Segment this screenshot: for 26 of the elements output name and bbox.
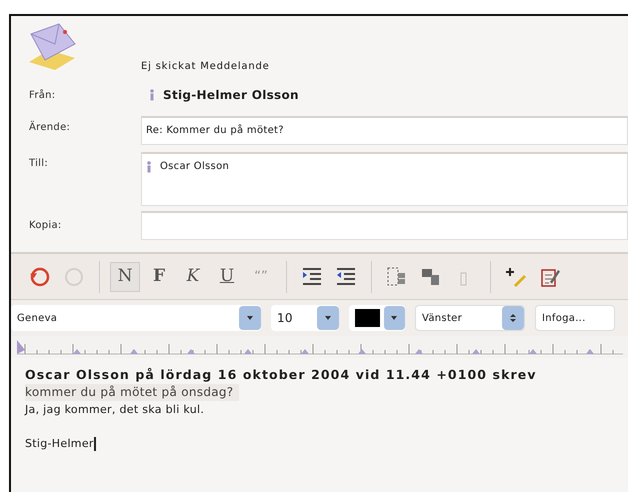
person-icon <box>146 160 152 172</box>
field-label: Kopia: <box>28 219 63 233</box>
window-title: Ej skickat Meddelande <box>141 60 270 74</box>
format-button[interactable]: U <box>212 262 242 292</box>
person-icon <box>149 89 155 101</box>
size-select[interactable]: 10 <box>271 305 339 331</box>
field-label: Ärende: <box>28 120 72 135</box>
format-button[interactable]: N <box>110 262 140 292</box>
recipient-field[interactable]: Oscar Olsson <box>141 152 628 206</box>
field-label: Till: <box>28 157 50 171</box>
font-select[interactable]: Geneva <box>11 305 261 331</box>
align-select[interactable]: Vänster <box>415 305 525 331</box>
color-select[interactable] <box>349 305 405 331</box>
subject-field[interactable]: Re: Kommer du på mötet? <box>141 116 628 145</box>
body-text: Ja, jag kommer, det ska bli kul. <box>25 403 204 416</box>
format-button[interactable]: K <box>178 262 208 292</box>
body-text: Stig-Helmer <box>25 437 94 450</box>
sender-name: Stig-Helmer Olsson <box>163 87 299 104</box>
insert-button[interactable]: Infoga... <box>535 305 615 331</box>
attribution-line: Oscar Olsson på lördag 16 oktober 2004 vid 11.44 +0100 skrev <box>25 367 537 382</box>
color-swatch <box>355 309 380 327</box>
quoted-text: kommer du på mötet på onsdag? <box>25 384 240 401</box>
cc-field[interactable] <box>141 211 628 240</box>
recipient-name: Oscar Olsson <box>160 160 230 174</box>
field-label: Från: <box>28 88 56 102</box>
format-button[interactable]: F <box>144 262 174 292</box>
